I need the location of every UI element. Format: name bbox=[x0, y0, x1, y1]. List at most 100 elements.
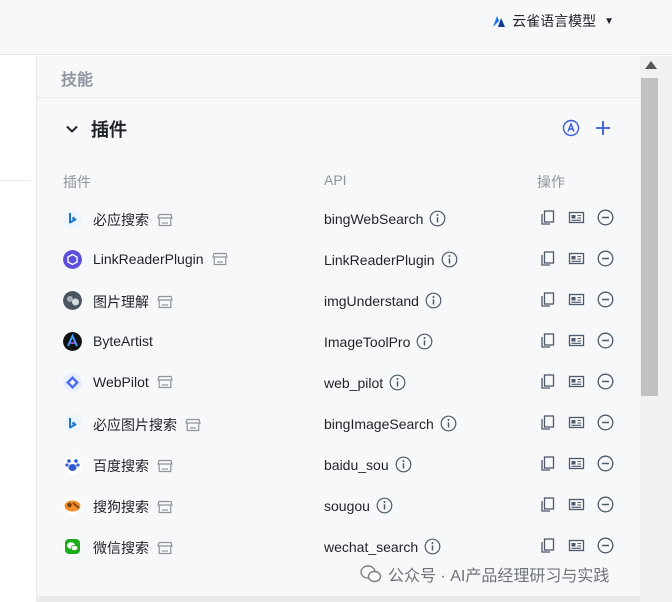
info-icon[interactable] bbox=[440, 415, 457, 432]
copy-icon[interactable] bbox=[539, 455, 556, 472]
api-cell: wechat_search bbox=[324, 538, 441, 555]
store-icon[interactable] bbox=[211, 252, 228, 266]
copy-icon[interactable] bbox=[539, 291, 556, 308]
info-icon[interactable] bbox=[424, 538, 441, 555]
store-icon[interactable] bbox=[156, 375, 173, 389]
api-name: sougou bbox=[324, 497, 370, 514]
remove-icon[interactable] bbox=[597, 455, 614, 472]
watermark: 公众号 · AI产品经理研习与实践 bbox=[360, 562, 609, 586]
card-icon[interactable] bbox=[568, 373, 585, 390]
remove-icon[interactable] bbox=[597, 209, 614, 226]
store-icon[interactable] bbox=[185, 418, 201, 432]
api-cell: LinkReaderPlugin bbox=[324, 251, 458, 268]
store-icon[interactable] bbox=[157, 500, 173, 514]
left-pane bbox=[0, 56, 36, 602]
api-cell: bingImageSearch bbox=[324, 415, 457, 432]
store-icon[interactable] bbox=[157, 541, 173, 555]
copy-icon[interactable] bbox=[539, 496, 556, 513]
plugin-name-cell: ByteArtist bbox=[93, 333, 153, 349]
copy-icon[interactable] bbox=[539, 414, 556, 431]
card-icon[interactable] bbox=[568, 537, 585, 554]
plugin-name-cell: WebPilot bbox=[93, 374, 173, 390]
plugin-name-cell: LinkReaderPlugin bbox=[93, 251, 228, 267]
remove-icon[interactable] bbox=[597, 332, 614, 349]
row-actions bbox=[539, 373, 614, 390]
copy-icon[interactable] bbox=[539, 373, 556, 390]
plugin-section-header[interactable]: 插件 bbox=[65, 116, 127, 142]
store-icon[interactable] bbox=[157, 459, 173, 473]
row-actions bbox=[539, 414, 614, 431]
store-icon[interactable] bbox=[157, 213, 173, 227]
plugin-name: WebPilot bbox=[93, 374, 149, 390]
baidu-icon bbox=[63, 455, 82, 474]
scroll-up-arrow-icon[interactable] bbox=[645, 61, 657, 69]
column-header-ops: 操作 bbox=[537, 174, 565, 190]
remove-icon[interactable] bbox=[597, 414, 614, 431]
api-name: web_pilot bbox=[324, 374, 384, 391]
api-name: bingImageSearch bbox=[324, 415, 434, 432]
card-icon[interactable] bbox=[568, 414, 585, 431]
info-icon[interactable] bbox=[395, 456, 412, 473]
info-icon[interactable] bbox=[425, 292, 442, 309]
api-name: baidu_sou bbox=[324, 456, 389, 473]
table-header: 插件 API 操作 bbox=[37, 170, 640, 190]
info-icon[interactable] bbox=[441, 251, 458, 268]
info-icon[interactable] bbox=[416, 333, 433, 350]
plugin-name-cell: 百度搜索 bbox=[93, 456, 173, 476]
copy-icon[interactable] bbox=[539, 250, 556, 267]
model-selector[interactable]: 云雀语言模型 ▼ bbox=[492, 10, 614, 32]
plugin-name-cell: 必应搜索 bbox=[93, 210, 173, 230]
plugin-table: 必应搜索 bingWebSearch LinkReaderPlugin LinkRea… bbox=[37, 198, 640, 567]
table-row: 必应搜索 bingWebSearch bbox=[37, 198, 640, 239]
top-bar: 云雀语言模型 ▼ bbox=[0, 0, 672, 55]
card-icon[interactable] bbox=[568, 332, 585, 349]
remove-icon[interactable] bbox=[597, 291, 614, 308]
remove-icon[interactable] bbox=[597, 496, 614, 513]
store-icon[interactable] bbox=[157, 295, 173, 309]
copy-icon[interactable] bbox=[539, 209, 556, 226]
caret-down-icon: ▼ bbox=[604, 15, 614, 27]
card-icon[interactable] bbox=[568, 291, 585, 308]
model-label: 云雀语言模型 bbox=[512, 13, 597, 29]
skills-panel: 技能 插件 插件 API 操作 必应搜索 bingWebSearch LinkRea… bbox=[36, 56, 640, 602]
card-icon[interactable] bbox=[568, 209, 585, 226]
remove-icon[interactable] bbox=[597, 373, 614, 390]
row-actions bbox=[539, 209, 614, 226]
add-plugin-icon[interactable] bbox=[594, 119, 612, 137]
plugin-name: 百度搜索 bbox=[93, 458, 149, 474]
plugin-header-actions bbox=[562, 119, 612, 137]
scrollbar[interactable] bbox=[640, 56, 672, 602]
remove-icon[interactable] bbox=[597, 537, 614, 554]
plugin-name-cell: 图片理解 bbox=[93, 292, 173, 312]
card-icon[interactable] bbox=[568, 496, 585, 513]
chevron-down-icon[interactable] bbox=[65, 122, 79, 136]
plugin-name: 必应图片搜索 bbox=[93, 417, 177, 433]
plugin-name-cell: 搜狗搜索 bbox=[93, 497, 173, 517]
table-row: 必应图片搜索 bingImageSearch bbox=[37, 403, 640, 444]
row-actions bbox=[539, 250, 614, 267]
card-icon[interactable] bbox=[568, 250, 585, 267]
plugin-name: 图片理解 bbox=[93, 294, 149, 310]
remove-icon[interactable] bbox=[597, 250, 614, 267]
api-name: bingWebSearch bbox=[324, 210, 424, 227]
scroll-thumb[interactable] bbox=[641, 78, 658, 396]
api-cell: bingWebSearch bbox=[324, 210, 446, 227]
api-name: imgUnderstand bbox=[324, 292, 419, 309]
bing-icon bbox=[63, 414, 82, 433]
column-header-api: API bbox=[324, 172, 347, 188]
row-actions bbox=[539, 291, 614, 308]
info-icon[interactable] bbox=[376, 497, 393, 514]
image-understand-icon bbox=[63, 291, 82, 310]
api-name: ImageToolPro bbox=[324, 333, 411, 350]
info-icon[interactable] bbox=[389, 374, 406, 391]
table-row: 百度搜索 baidu_sou bbox=[37, 444, 640, 485]
api-cell: baidu_sou bbox=[324, 456, 412, 473]
copy-icon[interactable] bbox=[539, 537, 556, 554]
table-row: ByteArtist ImageToolPro bbox=[37, 321, 640, 362]
card-icon[interactable] bbox=[568, 455, 585, 472]
wechat-icon bbox=[63, 537, 82, 556]
plugin-name: ByteArtist bbox=[93, 333, 153, 349]
auto-add-icon[interactable] bbox=[562, 119, 580, 137]
info-icon[interactable] bbox=[429, 210, 446, 227]
copy-icon[interactable] bbox=[539, 332, 556, 349]
